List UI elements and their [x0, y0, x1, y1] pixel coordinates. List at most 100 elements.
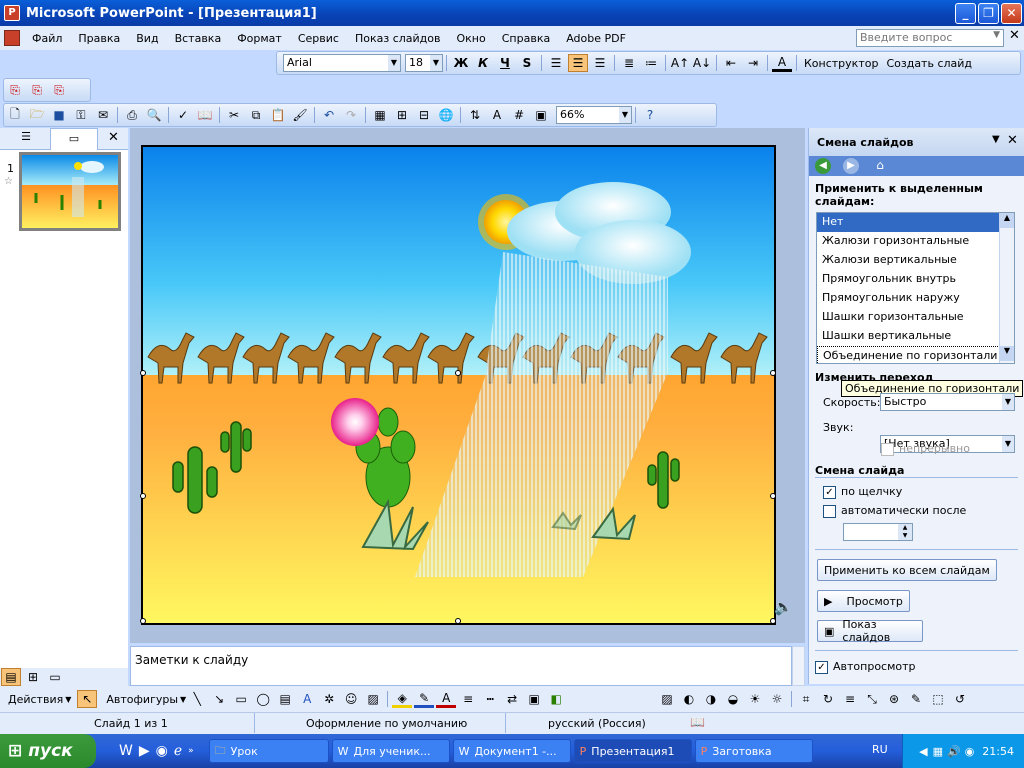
research-icon[interactable]: 📖 [195, 106, 215, 124]
increase-indent-icon[interactable]: ⇥ [743, 54, 763, 72]
compress-icon[interactable]: ⤡ [862, 690, 882, 708]
menu-insert[interactable]: Вставка [167, 32, 230, 45]
grid-icon[interactable]: # [509, 106, 529, 124]
bullets-icon[interactable]: ≔ [641, 54, 661, 72]
selection-handle[interactable] [770, 370, 776, 376]
arrow-style-icon[interactable]: ⇄ [502, 690, 522, 708]
antivirus-icon[interactable]: ◉ [965, 745, 975, 758]
selection-handle[interactable] [770, 618, 776, 624]
pdf-convert-icon[interactable]: ⎘ [5, 81, 25, 99]
list-item[interactable]: Прямоугольник наружу [817, 289, 1014, 308]
close-button[interactable]: ✕ [1001, 3, 1022, 24]
selection-handle[interactable] [140, 493, 146, 499]
diagram-icon[interactable]: ✲ [319, 690, 339, 708]
slideshow-button[interactable]: ▣ Показ слайдов [817, 618, 923, 644]
rectangle-icon[interactable]: ▭ [231, 690, 251, 708]
font-color-icon[interactable]: A [772, 54, 792, 72]
wordart-icon[interactable]: A [297, 690, 317, 708]
tables-borders-icon[interactable]: ⊟ [414, 106, 434, 124]
task-button-active[interactable]: P Презентация1 [573, 739, 692, 763]
help-search-input[interactable]: Введите вопрос ▼ [856, 29, 1004, 47]
rotate-icon[interactable]: ↻ [818, 690, 838, 708]
home-icon[interactable]: ⌂ [871, 158, 889, 174]
preview-button[interactable]: ▶ Просмотр [817, 590, 910, 612]
less-brightness-icon[interactable]: ☼ [767, 690, 787, 708]
scroll-down-icon[interactable]: ▼ [1000, 346, 1014, 361]
actions-menu[interactable]: Действия [8, 693, 63, 706]
powerpoint-app-icon[interactable]: P [4, 5, 20, 21]
reset-picture-icon[interactable]: ↺ [950, 690, 970, 708]
undo-icon[interactable]: ↶ [319, 106, 339, 124]
autoshapes-menu[interactable]: Автофигуры [106, 693, 178, 706]
task-button[interactable]: W Для ученик... [331, 739, 450, 763]
zoom-select[interactable]: 66% ▼ [556, 106, 632, 124]
line-style-icon[interactable]: ≡ [840, 690, 860, 708]
menu-format[interactable]: Формат [229, 32, 290, 45]
expand-quicklaunch-icon[interactable]: » [188, 746, 194, 756]
more-contrast-icon[interactable]: ◑ [701, 690, 721, 708]
auto-time-spinner[interactable]: ▲ ▼ [843, 523, 913, 541]
apply-all-button[interactable]: Применить ко всем слайдам [817, 559, 997, 581]
auto-checkbox[interactable] [823, 504, 836, 518]
slide-thumbnail[interactable] [19, 152, 121, 231]
arrow-icon[interactable]: ↘ [209, 690, 229, 708]
redo-icon[interactable]: ↷ [341, 106, 361, 124]
task-pane-menu-icon[interactable]: ▼ [992, 134, 1000, 145]
line-style-icon[interactable]: ≡ [458, 690, 478, 708]
volume-icon[interactable]: 🔊 [947, 745, 961, 758]
scroll-up-icon[interactable]: ▲ [1000, 213, 1014, 228]
format-picture-icon[interactable]: ✎ [906, 690, 926, 708]
slides-tab-icon[interactable]: ▭ [50, 128, 98, 150]
underline-button[interactable]: Ч [495, 54, 515, 72]
autopreview-option[interactable]: ✓ Автопросмотр [815, 660, 916, 674]
speed-select[interactable]: Быстро ▼ [880, 393, 1015, 411]
more-brightness-icon[interactable]: ☀ [745, 690, 765, 708]
notes-scrollbar[interactable] [792, 646, 805, 686]
line-color-icon[interactable]: ✎ [414, 690, 435, 708]
list-scrollbar[interactable]: ▲ ▼ [999, 213, 1014, 363]
spinner-arrows-icon[interactable]: ▲ ▼ [898, 524, 912, 540]
help-icon[interactable]: ? [640, 106, 660, 124]
new-icon[interactable]: 🗋 [5, 106, 25, 124]
task-button[interactable]: 🗀 Урок [208, 739, 329, 763]
menu-view[interactable]: Вид [128, 32, 166, 45]
close-pane-icon[interactable]: ✕ [108, 130, 119, 145]
chrome-icon[interactable]: ◉ [156, 743, 168, 759]
align-center-icon[interactable]: ☰ [568, 54, 588, 72]
clock[interactable]: 21:54 [982, 745, 1014, 758]
copy-icon[interactable]: ⧉ [246, 106, 266, 124]
selection-handle[interactable] [455, 370, 461, 376]
task-button[interactable]: W Документ1 -... [452, 739, 571, 763]
numbering-icon[interactable]: ≣ [619, 54, 639, 72]
transition-list[interactable]: Нет Жалюзи горизонтальные Жалюзи вертика… [816, 212, 1015, 364]
color-grayscale-icon[interactable]: ▣ [531, 106, 551, 124]
menu-tools[interactable]: Сервис [290, 32, 347, 45]
list-item[interactable]: Жалюзи вертикальные [817, 251, 1014, 270]
notes-pane[interactable]: Заметки к слайду [130, 646, 792, 686]
menu-help[interactable]: Справка [494, 32, 558, 45]
save-icon[interactable]: ■ [49, 106, 69, 124]
decrease-font-icon[interactable]: A↓ [692, 54, 712, 72]
spelling-status-icon[interactable]: 📖 [690, 715, 705, 729]
internet-explorer-icon[interactable]: ℯ [174, 743, 182, 759]
selection-handle[interactable] [770, 493, 776, 499]
list-item[interactable]: Жалюзи горизонтальные [817, 232, 1014, 251]
font-select[interactable]: Arial ▼ [283, 54, 401, 72]
align-left-icon[interactable]: ☰ [546, 54, 566, 72]
language-indicator[interactable]: RU [872, 743, 888, 756]
shadow-button[interactable]: S [517, 54, 537, 72]
autopreview-checkbox[interactable]: ✓ [815, 660, 828, 674]
bold-button[interactable]: Ж [451, 54, 471, 72]
set-transparent-icon[interactable]: ⬚ [928, 690, 948, 708]
align-right-icon[interactable]: ☰ [590, 54, 610, 72]
line-icon[interactable]: ╲ [187, 690, 207, 708]
slide-sorter-icon[interactable]: ⊞ [23, 668, 43, 686]
on-click-checkbox[interactable]: ✓ [823, 485, 836, 499]
recolor-icon[interactable]: ⊛ [884, 690, 904, 708]
selection-handle[interactable] [455, 618, 461, 624]
3d-style-icon[interactable]: ◧ [546, 690, 566, 708]
task-pane-close-icon[interactable]: ✕ [1007, 133, 1018, 148]
decrease-indent-icon[interactable]: ⇤ [721, 54, 741, 72]
task-button[interactable]: P Заготовка [694, 739, 813, 763]
insert-picture-icon[interactable]: ▨ [657, 690, 677, 708]
